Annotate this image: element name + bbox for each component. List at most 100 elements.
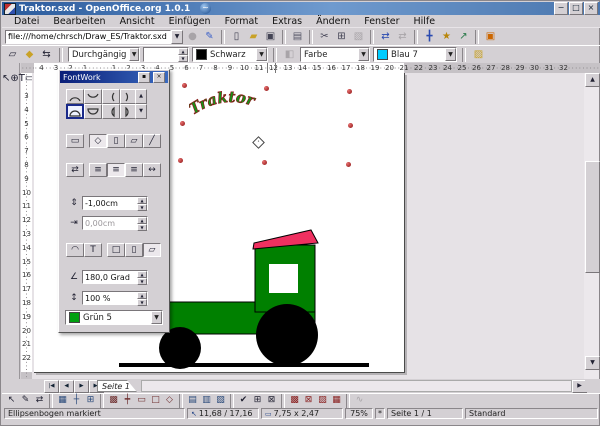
line-style-combo[interactable]: Durchgängig ▼: [68, 47, 140, 62]
glue-points-icon[interactable]: ⇄: [33, 395, 46, 407]
close-button[interactable]: ×: [584, 2, 598, 15]
text-area-select-icon[interactable]: ▥: [200, 395, 213, 407]
zoom-tool[interactable]: ⊕: [10, 73, 18, 84]
next-page-button[interactable]: ▶: [74, 380, 89, 393]
fontwork-rotate[interactable]: ◇: [89, 134, 107, 148]
line-color-combo[interactable]: Schwarz ▼: [192, 47, 268, 62]
spinner-buttons[interactable]: ▲▼: [137, 292, 147, 304]
spinner-buttons[interactable]: ▲▼: [137, 197, 147, 209]
print-icon[interactable]: ▤: [290, 30, 305, 44]
minimize-button[interactable]: −: [554, 2, 568, 15]
vertical-scroll-thumb[interactable]: [585, 161, 600, 273]
ground-line[interactable]: [119, 363, 369, 367]
fontwork-shape-upper-arc[interactable]: [66, 89, 84, 104]
chevron-down-icon[interactable]: ▼: [445, 48, 456, 61]
fontwork-shape-left-semicircle[interactable]: [102, 104, 120, 119]
simple-handles-icon[interactable]: ⊞: [251, 395, 264, 407]
fill-type-combo[interactable]: Farbe ▼: [300, 47, 370, 62]
paste-icon[interactable]: ▧: [351, 30, 366, 44]
menu-einfugen[interactable]: Einfügen: [162, 16, 218, 27]
contour-outline[interactable]: ◠: [66, 243, 84, 257]
selection-handle[interactable]: [346, 162, 351, 167]
fontwork-text[interactable]: Traktor: [189, 88, 258, 118]
selection-handle[interactable]: [264, 86, 269, 91]
page-tab[interactable]: Seite 1: [97, 380, 137, 392]
shadow-size-field[interactable]: ▲▼: [82, 291, 148, 305]
horizontal-scroll-thumb[interactable]: [143, 382, 536, 391]
page-style-field[interactable]: Standard: [465, 408, 598, 419]
menu-extras[interactable]: Extras: [265, 16, 309, 27]
cut-icon[interactable]: ✂: [317, 30, 332, 44]
fontwork-object[interactable]: Traktor: [189, 81, 275, 127]
fontwork-shape-left-arc[interactable]: [102, 89, 120, 104]
picture-placeholder-icon[interactable]: ▩: [288, 395, 301, 407]
align-center[interactable]: ≡: [107, 163, 125, 177]
gallery-icon[interactable]: ▣: [483, 30, 498, 44]
selection-handle[interactable]: [178, 158, 183, 163]
stop-icon[interactable]: ●: [185, 30, 200, 44]
distance-field[interactable]: ▲▼: [82, 196, 148, 210]
text-placeholder-icon[interactable]: ▨: [316, 395, 329, 407]
autosize-text[interactable]: ↔: [143, 163, 161, 177]
line-width-input[interactable]: [144, 48, 178, 61]
snap-grid-icon[interactable]: ▩: [107, 395, 120, 407]
shadow-icon[interactable]: ▨: [471, 48, 486, 62]
large-handles-icon[interactable]: ⊠: [265, 395, 278, 407]
spinner-buttons[interactable]: ▲▼: [178, 48, 188, 61]
align-right[interactable]: ≡: [125, 163, 143, 177]
menu-ansicht[interactable]: Ansicht: [113, 16, 162, 27]
slant-shadow[interactable]: ▱: [143, 243, 161, 257]
menu-bearbeiten[interactable]: Bearbeiten: [46, 16, 112, 27]
zoom-field[interactable]: 75%: [345, 408, 373, 419]
edit-file-icon[interactable]: ✎: [202, 30, 217, 44]
snap-points-icon[interactable]: ◇: [163, 395, 176, 407]
fontwork-slant-vertical[interactable]: ╱: [143, 134, 161, 148]
fontwork-shape-lower-arc[interactable]: [84, 89, 102, 104]
menu-andern[interactable]: Ändern: [309, 16, 357, 27]
no-shadow[interactable]: □: [107, 243, 125, 257]
attributes-icon[interactable]: ✔: [237, 395, 250, 407]
area-style-icon[interactable]: ◧: [282, 48, 297, 62]
shape-scroll-up[interactable]: ▲: [135, 89, 147, 104]
snap-border-icon[interactable]: □: [149, 395, 162, 407]
show-grid-icon[interactable]: ▦: [56, 395, 69, 407]
chevron-down-icon[interactable]: ▼: [129, 48, 139, 61]
letter-contour[interactable]: T: [84, 243, 102, 257]
arrow-ends-icon[interactable]: ⇆: [39, 48, 54, 62]
selection-handle[interactable]: [347, 89, 352, 94]
shadow-size-input[interactable]: [83, 292, 137, 304]
rotate-mode-icon[interactable]: ✎: [19, 395, 32, 407]
edit-mode-icon[interactable]: ↖: [5, 395, 18, 407]
selection-handle[interactable]: [262, 160, 267, 165]
zoom-icon[interactable]: ★: [439, 30, 454, 44]
selection-handle[interactable]: [348, 123, 353, 128]
chevron-down-icon[interactable]: ▼: [256, 48, 267, 61]
menu-hilfe[interactable]: Hilfe: [407, 16, 443, 27]
dock-icon[interactable]: ▪: [138, 72, 150, 83]
snap-margins-icon[interactable]: ▭: [135, 395, 148, 407]
fontwork-upright[interactable]: ▯: [107, 134, 125, 148]
shadow-color-combo[interactable]: Grün 5 ▼: [65, 310, 163, 325]
align-left[interactable]: ≡: [89, 163, 107, 177]
guides-moving-icon[interactable]: ⊞: [84, 395, 97, 407]
line-contour-icon[interactable]: ▦: [330, 395, 343, 407]
fontwork-orientation[interactable]: ⇄: [66, 163, 84, 177]
copy-icon[interactable]: ⊞: [334, 30, 349, 44]
line-width-spinner[interactable]: ▲▼: [143, 47, 189, 62]
contour-mode-icon[interactable]: ⊠: [302, 395, 315, 407]
maximize-button[interactable]: □: [569, 2, 583, 15]
tractor-rear-wheel[interactable]: [256, 304, 318, 366]
distance-input[interactable]: [83, 197, 137, 209]
show-snap-lines-icon[interactable]: ┼: [70, 395, 83, 407]
horizontal-scrollbar[interactable]: [141, 380, 572, 392]
shadow-angle-input[interactable]: [83, 271, 137, 283]
pin-icon[interactable]: ◆: [22, 48, 37, 62]
open-document-icon[interactable]: ▰: [246, 30, 261, 44]
vertical-scrollbar[interactable]: ▲ ▼: [584, 73, 599, 379]
chevron-down-icon[interactable]: ▼: [358, 48, 369, 61]
new-document-icon[interactable]: ▯: [229, 30, 244, 44]
title-bar[interactable]: Traktor.sxd - OpenOffice.org 1.0.1 ~ − □…: [2, 2, 600, 15]
snap-lines-icon[interactable]: ┿: [121, 395, 134, 407]
close-icon[interactable]: ×: [153, 72, 165, 83]
vertical-shadow[interactable]: ▯: [125, 243, 143, 257]
